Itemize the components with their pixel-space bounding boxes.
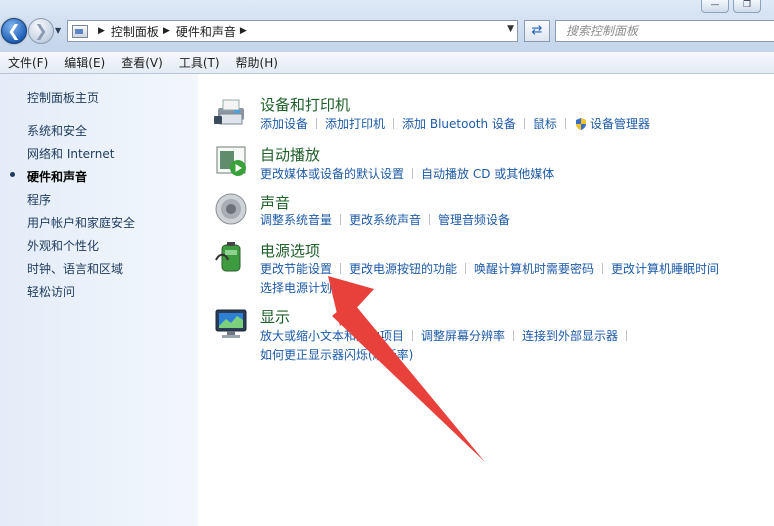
link-row: 更改节能设置 更改电源按钮的功能 唤醒计算机时需要密码 更改计算机睡眠时间 xyxy=(260,260,719,277)
change-system-sounds-link[interactable]: 更改系统声音 xyxy=(349,213,421,227)
chevron-right-icon[interactable]: ▶ xyxy=(163,26,170,36)
menu-edit[interactable]: 编辑(E) xyxy=(58,54,111,71)
link-row: 更改媒体或设备的默认设置 自动播放 CD 或其他媒体 xyxy=(260,165,554,182)
link-separator xyxy=(626,330,628,341)
forward-button[interactable]: ❯ xyxy=(28,18,54,44)
device-manager-link[interactable]: 设备管理器 xyxy=(590,117,650,131)
minimize-button[interactable]: — xyxy=(701,0,729,13)
link-row: 如何更正显示器闪烁(刷新率) xyxy=(260,346,413,363)
add-bluetooth-link[interactable]: 添加 Bluetooth 设备 xyxy=(402,117,516,131)
speaker-icon[interactable] xyxy=(214,192,248,226)
main-content: 设备和打印机 添加设备 添加打印机 添加 Bluetooth 设备 鼠标 设备管理器 自… xyxy=(198,74,774,526)
chevron-right-icon[interactable]: ▶ xyxy=(98,26,105,36)
search-input[interactable]: 搜索控制面板 xyxy=(555,20,774,42)
monitor-icon[interactable] xyxy=(214,306,248,340)
link-row: 放大或缩小文本和其他项目 调整屏幕分辨率 连接到外部显示器 xyxy=(260,327,635,344)
mouse-link[interactable]: 鼠标 xyxy=(533,117,557,131)
require-password-wake-link[interactable]: 唤醒计算机时需要密码 xyxy=(474,262,594,276)
sidebar-item-hardware-sound: 硬件和声音 xyxy=(27,170,88,184)
link-separator xyxy=(513,330,515,341)
back-button[interactable]: ❮ xyxy=(1,18,27,44)
category-title[interactable]: 显示 xyxy=(260,306,290,327)
autoplay-icon[interactable] xyxy=(214,144,248,178)
address-bar[interactable]: ▶ 控制面板 ▶ 硬件和声音 ▶ ▼ xyxy=(67,20,518,42)
category-title[interactable]: 声音 xyxy=(260,192,290,213)
sidebar-item-appearance[interactable]: 外观和个性化 xyxy=(27,237,99,254)
autoplay-cd-link[interactable]: 自动播放 CD 或其他媒体 xyxy=(421,167,554,181)
current-bullet-icon xyxy=(10,172,15,177)
link-separator xyxy=(340,214,342,225)
address-dropdown-icon[interactable]: ▼ xyxy=(507,24,514,34)
category-title[interactable]: 设备和打印机 xyxy=(260,94,350,115)
maximize-button[interactable]: ❐ xyxy=(733,0,761,13)
refresh-icon: ⇄ xyxy=(531,23,543,38)
manage-audio-devices-link[interactable]: 管理音频设备 xyxy=(438,213,510,227)
link-separator xyxy=(316,118,318,129)
link-separator xyxy=(412,330,414,341)
sidebar-item-ease-of-access[interactable]: 轻松访问 xyxy=(27,283,75,300)
shield-icon xyxy=(575,118,586,130)
link-row: 添加设备 添加打印机 添加 Bluetooth 设备 鼠标 设备管理器 xyxy=(260,115,650,132)
choose-power-plan-link[interactable]: 选择电源计划 xyxy=(260,281,332,295)
navigation-bar: — ❐ ❮ ❯ ▼ ▶ 控制面板 ▶ 硬件和声音 ▶ ▼ ⇄ 搜索控制面板 xyxy=(0,0,774,52)
link-separator xyxy=(602,263,604,274)
adjust-volume-link[interactable]: 调整系统音量 xyxy=(260,213,332,227)
sidebar-item-home[interactable]: 控制面板主页 xyxy=(27,89,99,106)
sidebar-item-network[interactable]: 网络和 Internet xyxy=(27,145,114,162)
link-row: 选择电源计划 xyxy=(260,279,332,296)
sidebar-item-system-security[interactable]: 系统和安全 xyxy=(27,122,87,139)
menu-tools[interactable]: 工具(T) xyxy=(173,54,226,71)
link-separator xyxy=(465,263,467,274)
correct-flicker-link[interactable]: 如何更正显示器闪烁(刷新率) xyxy=(260,348,413,362)
sidebar-item-clock-region[interactable]: 时钟、语言和区域 xyxy=(27,260,123,277)
sidebar-item-user-accounts[interactable]: 用户帐户和家庭安全 xyxy=(27,214,135,231)
adjust-resolution-link[interactable]: 调整屏幕分辨率 xyxy=(421,329,505,343)
history-dropdown-icon[interactable]: ▼ xyxy=(55,26,61,35)
forward-arrow-icon: ❯ xyxy=(34,21,48,40)
link-separator xyxy=(393,118,395,129)
add-device-link[interactable]: 添加设备 xyxy=(260,117,308,131)
menu-file[interactable]: 文件(F) xyxy=(2,54,54,71)
change-sleep-time-link[interactable]: 更改计算机睡眠时间 xyxy=(611,262,719,276)
refresh-button[interactable]: ⇄ xyxy=(524,20,550,42)
change-media-defaults-link[interactable]: 更改媒体或设备的默认设置 xyxy=(260,167,404,181)
sidebar-item-programs[interactable]: 程序 xyxy=(27,191,51,208)
breadcrumb-control-panel[interactable]: 控制面板 xyxy=(111,23,159,40)
change-power-saving-link[interactable]: 更改节能设置 xyxy=(260,262,332,276)
change-power-button-link[interactable]: 更改电源按钮的功能 xyxy=(349,262,457,276)
control-panel-icon xyxy=(72,24,88,38)
printer-icon[interactable] xyxy=(214,94,248,128)
add-printer-link[interactable]: 添加打印机 xyxy=(325,117,385,131)
zoom-text-link[interactable]: 放大或缩小文本和其他项目 xyxy=(260,329,404,343)
connect-external-display-link[interactable]: 连接到外部显示器 xyxy=(522,329,618,343)
link-separator xyxy=(429,214,431,225)
breadcrumb-hardware-sound[interactable]: 硬件和声音 xyxy=(176,23,236,40)
category-title[interactable]: 自动播放 xyxy=(260,144,320,165)
battery-icon[interactable] xyxy=(214,240,248,274)
link-row: 调整系统音量 更改系统声音 管理音频设备 xyxy=(260,211,510,228)
back-arrow-icon: ❮ xyxy=(7,21,21,40)
category-title[interactable]: 电源选项 xyxy=(260,240,320,261)
menu-help[interactable]: 帮助(H) xyxy=(230,54,284,71)
link-separator xyxy=(564,118,566,129)
link-separator xyxy=(523,118,525,129)
menu-view[interactable]: 查看(V) xyxy=(115,54,169,71)
menu-bar: 文件(F) 编辑(E) 查看(V) 工具(T) 帮助(H) xyxy=(0,52,774,74)
chevron-right-icon[interactable]: ▶ xyxy=(240,26,247,36)
link-separator xyxy=(340,263,342,274)
sidebar: 控制面板主页 系统和安全 网络和 Internet 硬件和声音 程序 用户帐户和… xyxy=(0,74,198,526)
link-separator xyxy=(412,168,414,179)
